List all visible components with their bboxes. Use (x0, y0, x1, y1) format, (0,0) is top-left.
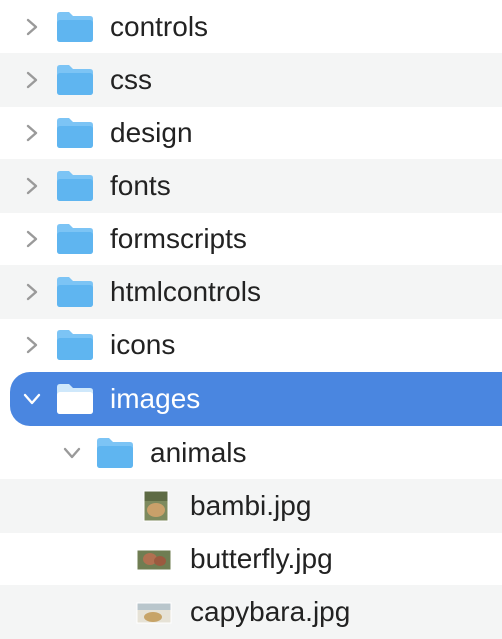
chevron-right-icon[interactable] (22, 265, 42, 319)
tree-row-label: capybara.jpg (190, 596, 351, 627)
tree-row-label: htmlcontrols (110, 276, 261, 307)
tree-row-label: css (110, 64, 152, 95)
tree-row-label: fonts (110, 170, 171, 201)
tree-row-bambi-jpg[interactable]: bambi.jpg (0, 479, 502, 533)
folder-icon (55, 327, 95, 361)
tree-row-label: butterfly.jpg (190, 543, 333, 574)
tree-row-css[interactable]: css (0, 53, 502, 107)
tree-row-design[interactable]: design (0, 106, 502, 160)
folder-icon (55, 168, 95, 202)
tree-row-label: formscripts (110, 223, 247, 254)
folder-icon (95, 435, 135, 469)
image-file-icon (138, 490, 174, 522)
folder-icon (55, 274, 95, 308)
tree-row-htmlcontrols[interactable]: htmlcontrols (0, 265, 502, 319)
tree-row-controls[interactable]: controls (0, 0, 502, 54)
chevron-right-icon[interactable] (22, 53, 42, 107)
tree-row-label: controls (110, 11, 209, 42)
tree-row-images[interactable]: images (10, 372, 502, 426)
folder-icon (55, 221, 95, 255)
folder-icon (55, 381, 95, 415)
chevron-right-icon[interactable] (22, 159, 42, 213)
tree-row-label: animals (150, 437, 247, 468)
tree-row-label: images (110, 383, 201, 414)
folder-icon (55, 62, 95, 96)
file-tree: controls css design fonts formscripts ht… (0, 0, 502, 639)
tree-row-capybara-jpg[interactable]: capybara.jpg (0, 585, 502, 639)
chevron-right-icon[interactable] (22, 318, 42, 372)
chevron-down-icon[interactable] (22, 372, 42, 426)
tree-row-label: icons (110, 329, 176, 360)
chevron-right-icon[interactable] (22, 212, 42, 266)
folder-icon (55, 115, 95, 149)
tree-row-label: design (110, 117, 193, 148)
tree-row-animals[interactable]: animals (0, 426, 502, 480)
tree-row-formscripts[interactable]: formscripts (0, 212, 502, 266)
tree-row-fonts[interactable]: fonts (0, 159, 502, 213)
image-file-icon (136, 596, 172, 628)
tree-row-label: bambi.jpg (190, 490, 312, 521)
chevron-right-icon[interactable] (22, 0, 42, 54)
image-file-icon (136, 543, 172, 575)
folder-icon (55, 9, 95, 43)
chevron-right-icon[interactable] (22, 106, 42, 160)
chevron-down-icon[interactable] (62, 426, 82, 480)
tree-row-icons[interactable]: icons (0, 318, 502, 372)
tree-row-butterfly-jpg[interactable]: butterfly.jpg (0, 532, 502, 586)
